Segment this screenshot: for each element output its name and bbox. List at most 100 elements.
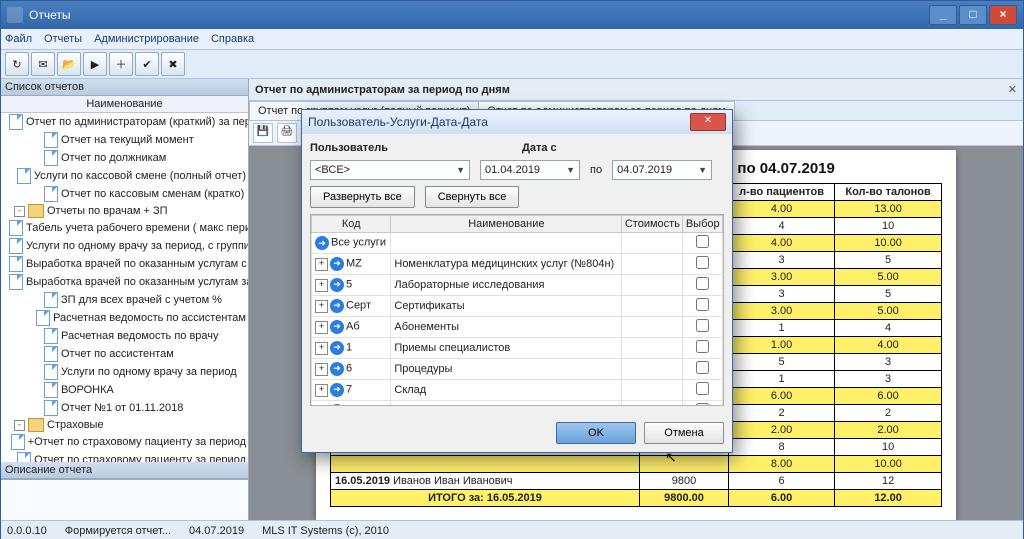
ok-button[interactable]: OK xyxy=(556,422,636,444)
tree-node[interactable]: Отчет на текущий момент xyxy=(1,131,248,149)
tree-node[interactable]: Отчет по кассовым сменам (кратко) xyxy=(1,185,248,203)
expand-icon[interactable]: + xyxy=(315,279,328,292)
tree-node[interactable]: Отчет по администраторам (краткий) за пе… xyxy=(1,113,248,131)
grid-row[interactable]: +➜MZНоменклатура медицинских услуг (№804… xyxy=(312,254,723,275)
collapse-all-button[interactable]: Свернуть все xyxy=(425,186,520,208)
grid-row[interactable]: +➜АбАбонементы xyxy=(312,317,723,338)
status-version: 0.0.0.10 xyxy=(7,525,47,537)
menu-file[interactable]: Файл xyxy=(5,33,32,45)
expand-icon[interactable]: - xyxy=(14,420,25,431)
tree-label: Отчеты по врачам + ЗП xyxy=(47,205,168,217)
print-icon[interactable]: 🖨 xyxy=(277,123,297,143)
status-bar: 0.0.0.10 Формируется отчет... 04.07.2019… xyxy=(1,520,1023,539)
document-icon xyxy=(11,434,25,450)
grid-row[interactable]: +➜4Профосмотры xyxy=(312,401,723,407)
tree-node[interactable]: ВОРОНКА xyxy=(1,381,248,399)
date-to-input[interactable]: 04.07.2019▼ xyxy=(612,160,712,180)
document-icon xyxy=(17,168,31,184)
dialog-close-icon[interactable]: ✕ xyxy=(690,113,726,131)
document-icon xyxy=(44,150,58,166)
select-checkbox[interactable] xyxy=(696,298,709,311)
expand-icon[interactable]: + xyxy=(315,405,328,406)
tree-node[interactable]: Отчет по ассистентам xyxy=(1,345,248,363)
refresh-icon[interactable]: ↻ xyxy=(5,52,29,76)
expand-all-button[interactable]: Развернуть все xyxy=(310,186,415,208)
menu-help[interactable]: Справка xyxy=(211,33,254,45)
select-checkbox[interactable] xyxy=(696,340,709,353)
document-icon xyxy=(9,220,23,236)
tree-node[interactable]: Отчет №1 от 01.11.2018 xyxy=(1,399,248,417)
expand-icon[interactable]: - xyxy=(14,206,25,217)
grid-row[interactable]: +➜5Лабораторные исследования xyxy=(312,275,723,296)
grid-row[interactable]: +➜7Склад xyxy=(312,380,723,401)
reports-tree[interactable]: Отчет по администраторам (краткий) за пе… xyxy=(1,113,248,462)
grid-row[interactable]: +➜6Процедуры xyxy=(312,359,723,380)
tree-node[interactable]: Услуги по одному врачу за период xyxy=(1,363,248,381)
select-checkbox[interactable] xyxy=(696,277,709,290)
reports-list-header: Список отчетов xyxy=(1,79,248,96)
expand-icon[interactable]: + xyxy=(315,384,328,397)
tree-label: Отчет по страховому пациенту за период xyxy=(34,454,246,462)
expand-icon[interactable]: + xyxy=(315,342,328,355)
dialog-title: Пользователь-Услуги-Дата-Дата xyxy=(308,115,488,129)
select-checkbox[interactable] xyxy=(696,256,709,269)
tree-node[interactable]: Отчет по должникам xyxy=(1,149,248,167)
arrow-icon: ➜ xyxy=(315,236,329,250)
tree-node[interactable]: +Отчет по страховому пациенту за период xyxy=(1,433,248,451)
user-select[interactable]: <ВСЕ>▼ xyxy=(310,160,470,180)
report-add-icon[interactable]: ＋ xyxy=(109,52,133,76)
document-icon xyxy=(44,400,58,416)
tree-node[interactable]: Выработка врачей по оказанным услугам с … xyxy=(1,255,248,273)
tree-node[interactable]: Услуги по одному врачу за период, с груп… xyxy=(1,237,248,255)
expand-icon[interactable]: + xyxy=(315,321,328,334)
open-icon[interactable]: 📂 xyxy=(57,52,81,76)
save-icon[interactable]: 💾 xyxy=(253,123,273,143)
document-icon xyxy=(9,274,23,290)
tree-node[interactable]: Расчетная ведомость по врачу xyxy=(1,327,248,345)
select-checkbox[interactable] xyxy=(696,319,709,332)
report-check-icon[interactable]: ✔ xyxy=(135,52,159,76)
maximize-button[interactable]: □ xyxy=(959,5,987,25)
expand-icon[interactable]: + xyxy=(315,363,328,376)
select-checkbox[interactable] xyxy=(696,403,709,406)
tree-node[interactable]: - Страховые xyxy=(1,417,248,433)
select-checkbox[interactable] xyxy=(696,235,709,248)
cancel-button[interactable]: Отмена xyxy=(644,422,724,444)
menu-reports[interactable]: Отчеты xyxy=(44,33,82,45)
status-message: Формируется отчет... xyxy=(65,525,171,537)
grid-row[interactable]: +➜1Приемы специалистов xyxy=(312,338,723,359)
report-close-icon[interactable]: ✕ xyxy=(1008,83,1017,96)
to-label: по xyxy=(590,164,602,176)
new-icon[interactable]: ✉ xyxy=(31,52,55,76)
arrow-icon: ➜ xyxy=(330,278,344,292)
document-icon xyxy=(9,256,23,272)
grid-row[interactable]: +➜СертСертификаты xyxy=(312,296,723,317)
tree-node[interactable]: Расчетная ведомость по ассистентам xyxy=(1,309,248,327)
tree-node[interactable]: Выработка врачей по оказанным услугам за… xyxy=(1,273,248,291)
arrow-icon: ➜ xyxy=(330,404,344,406)
tree-node[interactable]: Услуги по кассовой смене (полный отчет) xyxy=(1,167,248,185)
tree-label: Услуги по кассовой смене (полный отчет) xyxy=(34,170,246,182)
tree-node[interactable]: Табель учета рабочего времени ( макс пер… xyxy=(1,219,248,237)
services-grid[interactable]: КодНаименованиеСтоимостьВыбор➜Все услуги… xyxy=(310,214,724,406)
tree-column-header: Наименование xyxy=(1,96,248,113)
date-from-label: Дата с xyxy=(522,142,557,154)
expand-icon[interactable]: + xyxy=(315,300,328,313)
report-delete-icon[interactable]: ✖ xyxy=(161,52,185,76)
menu-bar: Файл Отчеты Администрирование Справка xyxy=(1,29,1023,50)
tree-label: Страховые xyxy=(47,419,104,431)
close-button[interactable]: × xyxy=(989,5,1017,25)
date-from-input[interactable]: 01.04.2019▼ xyxy=(480,160,580,180)
select-checkbox[interactable] xyxy=(696,361,709,374)
document-icon xyxy=(44,328,58,344)
select-checkbox[interactable] xyxy=(696,382,709,395)
menu-admin[interactable]: Администрирование xyxy=(94,33,199,45)
expand-icon[interactable]: + xyxy=(315,258,328,271)
tree-node[interactable]: Отчет по страховому пациенту за период xyxy=(1,451,248,462)
grid-row[interactable]: ➜Все услуги xyxy=(312,233,723,254)
tree-node[interactable]: ЗП для всех врачей с учетом % xyxy=(1,291,248,309)
tree-label: Выработка врачей по оказанным услугам за… xyxy=(26,276,248,288)
tree-node[interactable]: - Отчеты по врачам + ЗП xyxy=(1,203,248,219)
report-run-icon[interactable]: ▶ xyxy=(83,52,107,76)
minimize-button[interactable]: _ xyxy=(929,5,957,25)
